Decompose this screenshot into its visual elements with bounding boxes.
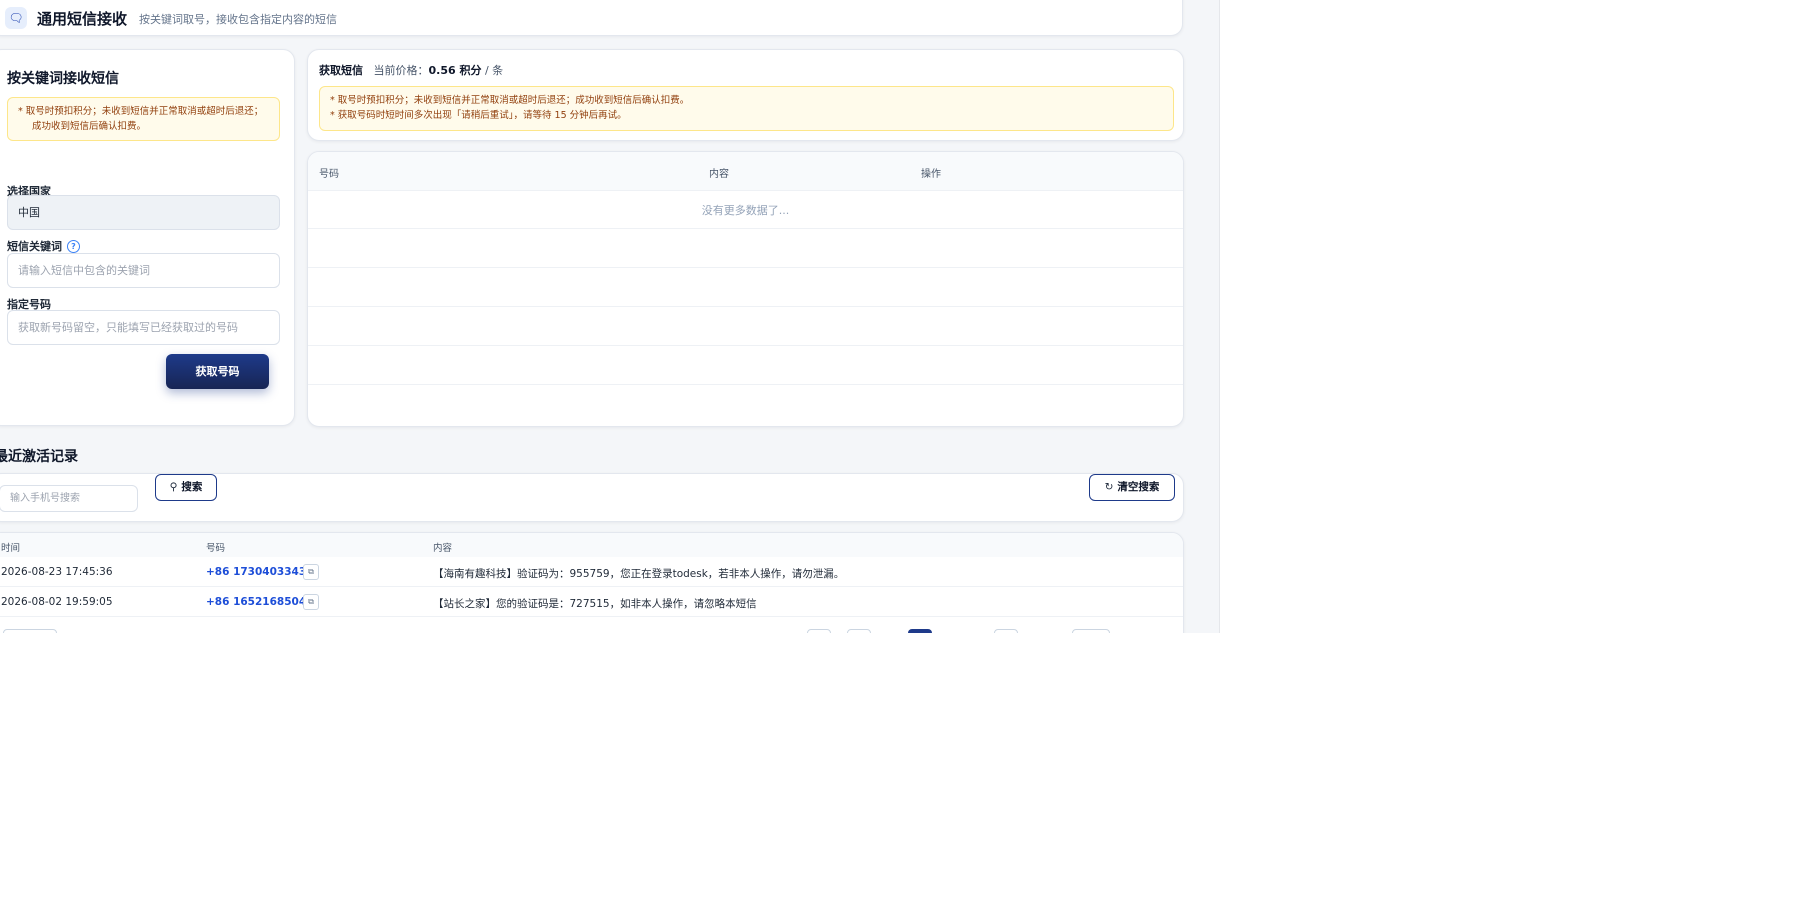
sms-table-header: 号码 内容 操作 [308,152,1183,191]
form-warning: * 取号时预扣积分；未收到短信并正常取消或超时后退还； 成功收到短信后确认扣费。 [7,97,280,141]
page-title: 通用短信接收 [37,10,128,28]
price-warning: * 取号时预扣积分；未收到短信并正常取消或超时后退还；成功收到短信后确认扣费。 … [319,86,1174,131]
history-table: 时间 号码 内容 2026-08-23 17:45:36 +86 1730403… [0,532,1184,633]
column-header-action: 操作 [921,169,941,180]
row-time: 2026-08-23 17:45:36 [1,566,113,578]
current-page-button[interactable] [908,629,932,633]
form-warning-line: * 取号时预扣积分；未收到短信并正常取消或超时后退还； [18,106,264,117]
price-warning-line: * 取号时预扣积分；未收到短信并正常取消或超时后退还；成功收到短信后确认扣费。 [330,95,690,106]
help-icon[interactable]: ? [67,240,80,253]
clear-search-label: 清空搜索 [1117,481,1160,493]
form-title: 按关键词接收短信 [7,71,119,87]
column-header-content: 内容 [709,169,729,180]
column-header-time: 时间 [1,543,21,554]
keyword-input[interactable]: 请输入短信中包含的关键词 [7,253,280,288]
refresh-icon: ↻ [1104,481,1114,493]
prev-page-button[interactable] [847,629,871,633]
app-window: 🗨 通用短信接收 按关键词取号，接收包含指定内容的短信 按关键词接收短信 * 取… [0,0,1220,633]
page-jump-input[interactable] [1072,629,1110,633]
search-button[interactable]: ⚲ 搜索 [155,474,217,501]
keyword-form-card: 按关键词接收短信 * 取号时预扣积分；未收到短信并正常取消或超时后退还； 成功收… [0,49,295,426]
table-row [308,229,1183,268]
copy-icon[interactable]: ⧉ [303,564,319,580]
first-page-button[interactable] [807,629,831,633]
table-row[interactable]: 2026-08-23 17:45:36 +86 17304033439 ⧉ 【海… [0,557,1183,587]
row-content: 【站长之家】您的验证码是：727515，如非本人操作，请忽略本短信 [433,598,757,610]
next-page-button[interactable] [994,629,1018,633]
price-line: 获取短信 当前价格：0.56 积分 / 条 [319,62,503,78]
chat-icon: 🗨 [5,7,27,29]
history-table-header: 时间 号码 内容 [0,533,1183,557]
history-search-bar: 输入手机号搜索 ⚲ 搜索 ↻ 清空搜索 [0,473,1184,522]
table-row [308,268,1183,307]
page-subtitle: 按关键词取号，接收包含指定内容的短信 [139,13,337,26]
price-card: 获取短信 当前价格：0.56 积分 / 条 * 取号时预扣积分；未收到短信并正常… [307,49,1184,141]
column-header-content: 内容 [433,543,453,554]
page-header: 🗨 通用短信接收 按关键词取号，接收包含指定内容的短信 [0,0,1183,36]
keyword-label-text: 短信关键词 [7,240,62,253]
pagination [0,623,1183,633]
price-warning-line: * 获取号码时短时间多次出现「请稍后重试」，请等待 15 分钟后再试。 [330,110,627,121]
clear-search-button[interactable]: ↻ 清空搜索 [1089,474,1175,501]
phone-search-input[interactable]: 输入手机号搜索 [0,485,138,512]
column-header-number: 号码 [319,169,339,180]
table-row[interactable]: 2026-08-02 19:59:05 +86 16521685049 ⧉ 【站… [0,587,1183,617]
row-time: 2026-08-02 19:59:05 [1,596,113,608]
page-size-select[interactable] [3,629,57,633]
table-row [308,346,1183,385]
number-input[interactable]: 获取新号码留空，只能填写已经获取过的号码 [7,310,280,345]
keyword-label: 短信关键词? [7,238,80,254]
form-warning-line: 成功收到短信后确认扣费。 [32,121,147,132]
table-row [308,307,1183,346]
country-select[interactable]: 中国 [7,195,280,230]
row-number[interactable]: +86 16521685049 [206,596,313,608]
column-header-number: 号码 [206,543,226,554]
get-number-button[interactable]: 获取号码 [166,354,269,389]
row-number[interactable]: +86 17304033439 [206,566,313,578]
price-value: 0.56 积分 [428,64,482,77]
search-button-label: 搜索 [181,481,203,493]
copy-icon[interactable]: ⧉ [303,594,319,610]
price-unit: / 条 [481,64,504,77]
sms-table: 号码 内容 操作 没有更多数据了... [307,151,1184,427]
price-section-label: 获取短信 [319,64,363,77]
row-content: 【海南有趣科技】验证码为：955759，您正在登录todesk，若非本人操作，请… [433,568,845,580]
price-prefix: 当前价格： [373,64,429,77]
search-icon: ⚲ [169,481,178,493]
table-row [308,190,1183,229]
history-title: 最近激活记录 [0,449,78,465]
